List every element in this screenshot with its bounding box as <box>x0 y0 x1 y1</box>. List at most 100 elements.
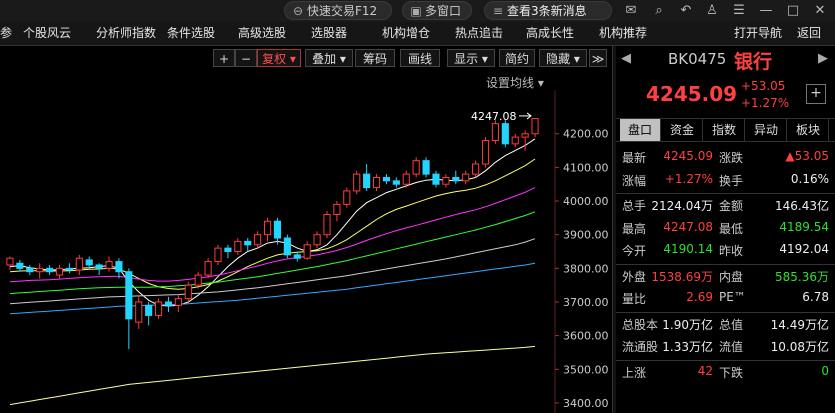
price-change: +53.05 <box>741 79 786 93</box>
menu-item-institution-recommend[interactable]: 机构推荐 <box>599 22 647 45</box>
current-price: 4245.09 <box>646 82 738 106</box>
tab-bankuai[interactable]: 板块 <box>788 119 829 141</box>
huaxian-button[interactable]: 画线 <box>400 49 440 67</box>
tab-zijin[interactable]: 资金 <box>662 119 703 141</box>
set-ma-link[interactable]: 设置均线 ▾ <box>486 74 544 91</box>
expand-right-button[interactable]: ≫ <box>589 49 607 67</box>
row-value: 1538.69万 <box>651 269 713 284</box>
menu-item-open-nav[interactable]: 打开导航 <box>734 22 782 45</box>
row-value: 0.16% <box>790 171 829 186</box>
candle-body <box>125 271 133 320</box>
fuquan-button[interactable]: 复权 ▾ <box>257 49 301 67</box>
candle-body <box>323 213 331 236</box>
kline-chart[interactable]: 3400.00 3500.00 3600.00 3700.00 3800.00 3900.… <box>0 90 612 413</box>
chouma-button[interactable]: 筹码 <box>355 49 395 67</box>
candle-body <box>234 240 242 252</box>
row-label: 内盘 <box>719 269 744 284</box>
row-value: 4192.04 <box>779 242 829 256</box>
window-icon: ▣ <box>410 4 422 18</box>
candle-body <box>333 203 341 215</box>
zoom-in-button[interactable]: + <box>213 49 235 67</box>
tab-zhishu[interactable]: 指数 <box>704 119 745 141</box>
row-value: 585.36万 <box>775 269 829 284</box>
trade-icon: ⊖ <box>292 4 304 18</box>
candle-body <box>273 220 282 239</box>
mail-icon[interactable]: ✉ <box>621 2 641 20</box>
candle-body <box>16 262 24 269</box>
y-tick-label: 3800.00 <box>563 262 609 275</box>
tab-yidong[interactable]: 异动 <box>746 119 787 141</box>
candle-body <box>65 267 73 271</box>
fuquan-label: 复权 <box>262 52 287 66</box>
menu-item-back[interactable]: 返回 <box>797 22 821 45</box>
menu-item-high-growth[interactable]: 高成长性 <box>526 22 574 45</box>
y-tick-label: 3700.00 <box>563 296 609 309</box>
row-label: 金额 <box>719 199 744 213</box>
quote-row: 外盘 1538.69万 内盘 585.36万 <box>616 263 835 288</box>
y-tick-label: 4000.00 <box>563 195 609 208</box>
candle-body <box>154 301 163 316</box>
multi-window-button[interactable]: ▣ 多窗口 <box>402 1 472 20</box>
y-tick-label: 3900.00 <box>563 229 609 242</box>
row-value: 4247.08 <box>663 219 713 234</box>
quick-trade-button[interactable]: ⊖ 快速交易F12 <box>284 1 392 20</box>
candle-body <box>85 259 93 266</box>
tab-pankou[interactable]: 盘口 <box>620 119 661 141</box>
candle-body <box>204 261 212 276</box>
menu-item-selector[interactable]: 选股器 <box>311 22 347 45</box>
menu-icon[interactable]: ☰ <box>729 2 749 20</box>
menu-item-hotspot[interactable]: 热点追击 <box>455 22 503 45</box>
menu-item-can[interactable]: 参 <box>0 22 12 45</box>
candle-body <box>194 274 202 286</box>
zoom-out-button[interactable]: − <box>235 49 257 67</box>
menu-item-institution-increase[interactable]: 机构增仓 <box>382 22 430 45</box>
row-value: 4189.54 <box>779 219 829 234</box>
minimize-icon[interactable]: — <box>756 2 776 20</box>
candle-body <box>353 173 361 192</box>
candle-body <box>422 160 430 175</box>
menu-item-analyst-index[interactable]: 分析师指数 <box>96 22 156 45</box>
row-label: 最高 <box>622 221 647 236</box>
candle-body <box>531 118 539 135</box>
menu-item-stock-story[interactable]: 个股风云 <box>23 22 71 45</box>
candle-body <box>372 176 381 189</box>
add-watch-button[interactable]: + <box>806 84 826 104</box>
sector-code: BK0475 <box>668 50 727 68</box>
quick-trade-label: 快速交易F12 <box>307 4 378 18</box>
candle-body <box>75 257 83 271</box>
candle-body <box>363 173 371 189</box>
quote-panel: ◀ BK0475 银行 ▶ 4245.09 +53.05 +1.27% + 盘口… <box>616 46 835 413</box>
news-button[interactable]: ≡ 查看3条新消息 <box>484 1 612 20</box>
diejia-button[interactable]: 叠加 ▾ <box>305 49 353 67</box>
next-arrow-icon[interactable]: ▶ <box>818 51 828 66</box>
maximize-icon[interactable]: □ <box>783 2 803 20</box>
multi-window-label: 多窗口 <box>425 4 462 18</box>
close-icon[interactable]: ✕ <box>810 2 830 20</box>
candle-body <box>214 247 222 263</box>
xianshi-button[interactable]: 显示 ▾ <box>447 49 495 67</box>
ma-line <box>9 238 536 305</box>
row-value: 4190.14 <box>663 242 713 256</box>
candle-body <box>462 173 470 182</box>
menu-item-advanced-select[interactable]: 高级选股 <box>238 22 286 45</box>
candle-body <box>135 301 143 323</box>
y-tick-label: 3500.00 <box>563 363 609 376</box>
row-value: 6.78 <box>802 290 829 304</box>
prev-arrow-icon[interactable]: ◀ <box>621 51 631 66</box>
menu-item-condition-select[interactable]: 条件选股 <box>167 22 215 45</box>
candle-body <box>115 261 123 273</box>
candle-body <box>224 247 232 253</box>
y-tick-label: 3600.00 <box>563 330 609 343</box>
search-icon[interactable]: ⌕ <box>649 2 669 20</box>
price-block: 4245.09 +53.05 +1.27% + <box>616 76 835 116</box>
candle-body <box>283 237 291 256</box>
candle-body <box>402 173 410 185</box>
jianyue-button[interactable]: 简约 <box>499 49 535 67</box>
set-ma-label: 设置均线 <box>486 76 535 90</box>
yincang-button[interactable]: 隐藏 ▾ <box>539 49 587 67</box>
row-value: +1.27% <box>664 171 713 186</box>
row-label: 涨跌 <box>719 151 744 165</box>
shirt-icon[interactable]: ♙ <box>702 2 722 20</box>
back-icon[interactable]: ↶ <box>676 2 696 20</box>
candle-body <box>412 160 420 175</box>
